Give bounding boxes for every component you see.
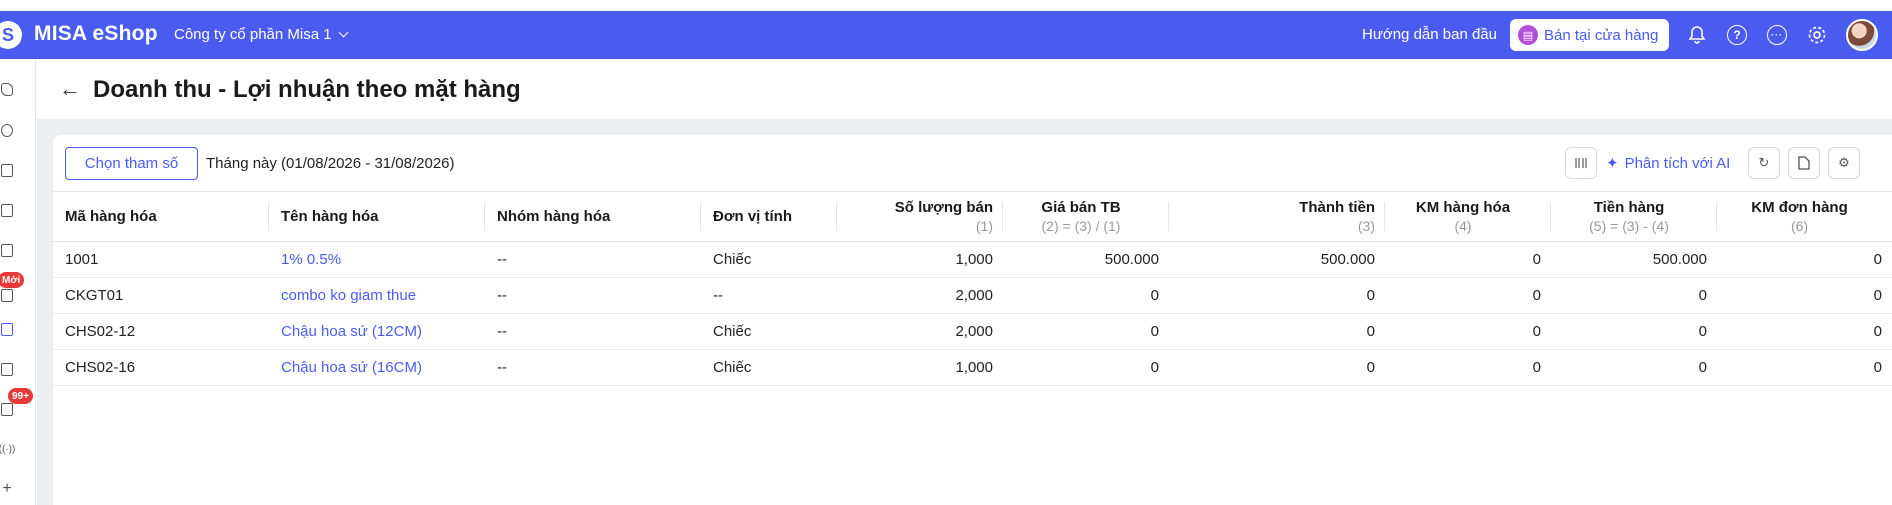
orders-icon[interactable] xyxy=(0,162,14,178)
cell-quantity: 2,000 xyxy=(837,313,1003,350)
column-header-avg-price[interactable]: Giá bán TB (2) = (3) / (1) xyxy=(1003,191,1169,242)
cell-group: -- xyxy=(485,277,701,314)
dashboard-icon[interactable] xyxy=(0,122,14,138)
map-icon[interactable] xyxy=(0,81,14,97)
cell-unit: -- xyxy=(701,277,837,314)
cell-quantity: 1,000 xyxy=(837,349,1003,386)
cell-avg-price: 0 xyxy=(1003,277,1169,314)
brand-name[interactable]: MISA eShop xyxy=(34,22,158,46)
cell-name-link[interactable]: Chậu hoa sứ (16CM) xyxy=(269,349,485,386)
chevron-down-icon xyxy=(338,27,349,38)
sparkle-icon: ✦ xyxy=(1606,155,1619,172)
cell-amount: 0 xyxy=(1169,313,1385,350)
column-header-order-discount[interactable]: KM đơn hàng (6) xyxy=(1717,191,1892,242)
company-name: Công ty cổ phần Misa 1 xyxy=(174,26,332,43)
plus-icon[interactable]: + xyxy=(0,480,14,497)
report-table: Mã hàng hóa Tên hàng hóa Nhóm hàng hóa Đ… xyxy=(53,191,1892,386)
report-card: Chọn tham số Tháng này (01/08/2026 - 31/… xyxy=(53,135,1892,505)
cell-code: CKGT01 xyxy=(53,277,269,314)
cell-group: -- xyxy=(485,241,701,278)
cell-order-discount: 0 xyxy=(1717,349,1892,386)
column-header-amount[interactable]: Thành tiền (3) xyxy=(1169,191,1385,242)
cell-unit: Chiếc xyxy=(701,349,837,386)
cell-code: 1001 xyxy=(53,241,269,278)
table-row[interactable]: CHS02-16 Chậu hoa sứ (16CM) -- Chiếc 1,0… xyxy=(53,349,1892,386)
column-header-name[interactable]: Tên hàng hóa xyxy=(269,191,485,242)
column-header-code[interactable]: Mã hàng hóa xyxy=(53,191,269,242)
gear-icon[interactable] xyxy=(1806,24,1828,46)
cell-quantity: 2,000 xyxy=(837,277,1003,314)
bell-icon[interactable] xyxy=(1686,24,1708,46)
cell-goods-value: 0 xyxy=(1551,277,1717,314)
cell-item-discount: 0 xyxy=(1385,313,1551,350)
cell-item-discount: 0 xyxy=(1385,349,1551,386)
refresh-icon[interactable]: ↻ xyxy=(1748,147,1780,179)
period-label: Tháng này (01/08/2026 - 31/08/2026) xyxy=(206,155,455,172)
user-avatar[interactable] xyxy=(1846,19,1878,51)
cell-goods-value: 0 xyxy=(1551,349,1717,386)
table-row[interactable]: CKGT01 combo ko giam thue -- -- 2,000 0 … xyxy=(53,277,1892,314)
page-title: Doanh thu - Lợi nhuận theo mặt hàng xyxy=(93,76,521,103)
misa-logo-icon[interactable]: S xyxy=(0,21,22,49)
page-header: ← Doanh thu - Lợi nhuận theo mặt hàng xyxy=(37,59,1892,119)
table-row[interactable]: CHS02-12 Chậu hoa sứ (12CM) -- Chiếc 2,0… xyxy=(53,313,1892,350)
cell-group: -- xyxy=(485,349,701,386)
cell-name-link[interactable]: combo ko giam thue xyxy=(269,277,485,314)
cell-amount: 0 xyxy=(1169,277,1385,314)
cell-group: -- xyxy=(485,313,701,350)
export-file-icon[interactable] xyxy=(1788,147,1820,179)
chat-icon[interactable] xyxy=(0,401,14,417)
column-header-quantity[interactable]: Số lượng bán (1) xyxy=(837,191,1003,242)
column-header-item-discount[interactable]: KM hàng hóa (4) xyxy=(1385,191,1551,242)
cell-name-link[interactable]: Chậu hoa sứ (12CM) xyxy=(269,313,485,350)
column-header-goods-value[interactable]: Tiền hàng (5) = (3) - (4) xyxy=(1551,191,1717,242)
table-row[interactable]: 1001 1% 0.5% -- Chiếc 1,000 500.000 500.… xyxy=(53,241,1892,278)
settings-icon[interactable]: ⚙ xyxy=(1828,147,1860,179)
column-header-unit[interactable]: Đơn vị tính xyxy=(701,191,837,242)
cell-avg-price: 0 xyxy=(1003,349,1169,386)
cell-code: CHS02-12 xyxy=(53,313,269,350)
ai-analysis-label: Phân tích với AI xyxy=(1624,154,1731,172)
cell-amount: 0 xyxy=(1169,349,1385,386)
checklist-icon[interactable] xyxy=(0,287,14,303)
cell-order-discount: 0 xyxy=(1717,277,1892,314)
invoice-icon[interactable] xyxy=(0,242,14,258)
document-icon[interactable] xyxy=(0,202,14,218)
store-icon: ▤ xyxy=(1518,25,1538,45)
back-arrow-icon[interactable]: ← xyxy=(59,78,81,100)
cell-avg-price: 500.000 xyxy=(1003,241,1169,278)
more-icon[interactable]: ··· xyxy=(1766,24,1788,46)
cell-order-discount: 0 xyxy=(1717,241,1892,278)
cell-avg-price: 0 xyxy=(1003,313,1169,350)
new-badge: Mới xyxy=(0,272,25,288)
cell-name-link[interactable]: 1% 0.5% xyxy=(269,241,485,278)
broadcast-icon[interactable]: ((·)) xyxy=(0,441,15,457)
cell-item-discount: 0 xyxy=(1385,277,1551,314)
list-icon[interactable] xyxy=(0,361,14,377)
cell-amount: 500.000 xyxy=(1169,241,1385,278)
help-icon[interactable]: ? xyxy=(1726,24,1748,46)
sell-in-store-button[interactable]: ▤ Bán tại cửa hàng xyxy=(1510,19,1669,51)
sidebar: Mới 99+ ((·)) + xyxy=(0,59,36,505)
cell-quantity: 1,000 xyxy=(837,241,1003,278)
cell-unit: Chiếc xyxy=(701,313,837,350)
choose-parameters-button[interactable]: Chọn tham số xyxy=(65,147,198,180)
cell-goods-value: 500.000 xyxy=(1551,241,1717,278)
sell-in-store-label: Bán tại cửa hàng xyxy=(1544,26,1659,44)
getting-started-link[interactable]: Hướng dẫn ban đầu xyxy=(1362,26,1497,43)
cell-unit: Chiếc xyxy=(701,241,837,278)
table-header-row: Mã hàng hóa Tên hàng hóa Nhóm hàng hóa Đ… xyxy=(53,191,1892,242)
cell-goods-value: 0 xyxy=(1551,313,1717,350)
column-header-group[interactable]: Nhóm hàng hóa xyxy=(485,191,701,242)
cell-code: CHS02-16 xyxy=(53,349,269,386)
cell-order-discount: 0 xyxy=(1717,313,1892,350)
columns-icon[interactable] xyxy=(1565,147,1597,179)
top-bar: S MISA eShop Công ty cổ phần Misa 1 Hướn… xyxy=(0,11,1892,59)
report-chart-icon[interactable] xyxy=(0,321,14,337)
company-selector[interactable]: Công ty cổ phần Misa 1 xyxy=(174,26,349,43)
ai-analysis-button[interactable]: ✦ Phân tích với AI xyxy=(1606,154,1731,173)
cell-item-discount: 0 xyxy=(1385,241,1551,278)
